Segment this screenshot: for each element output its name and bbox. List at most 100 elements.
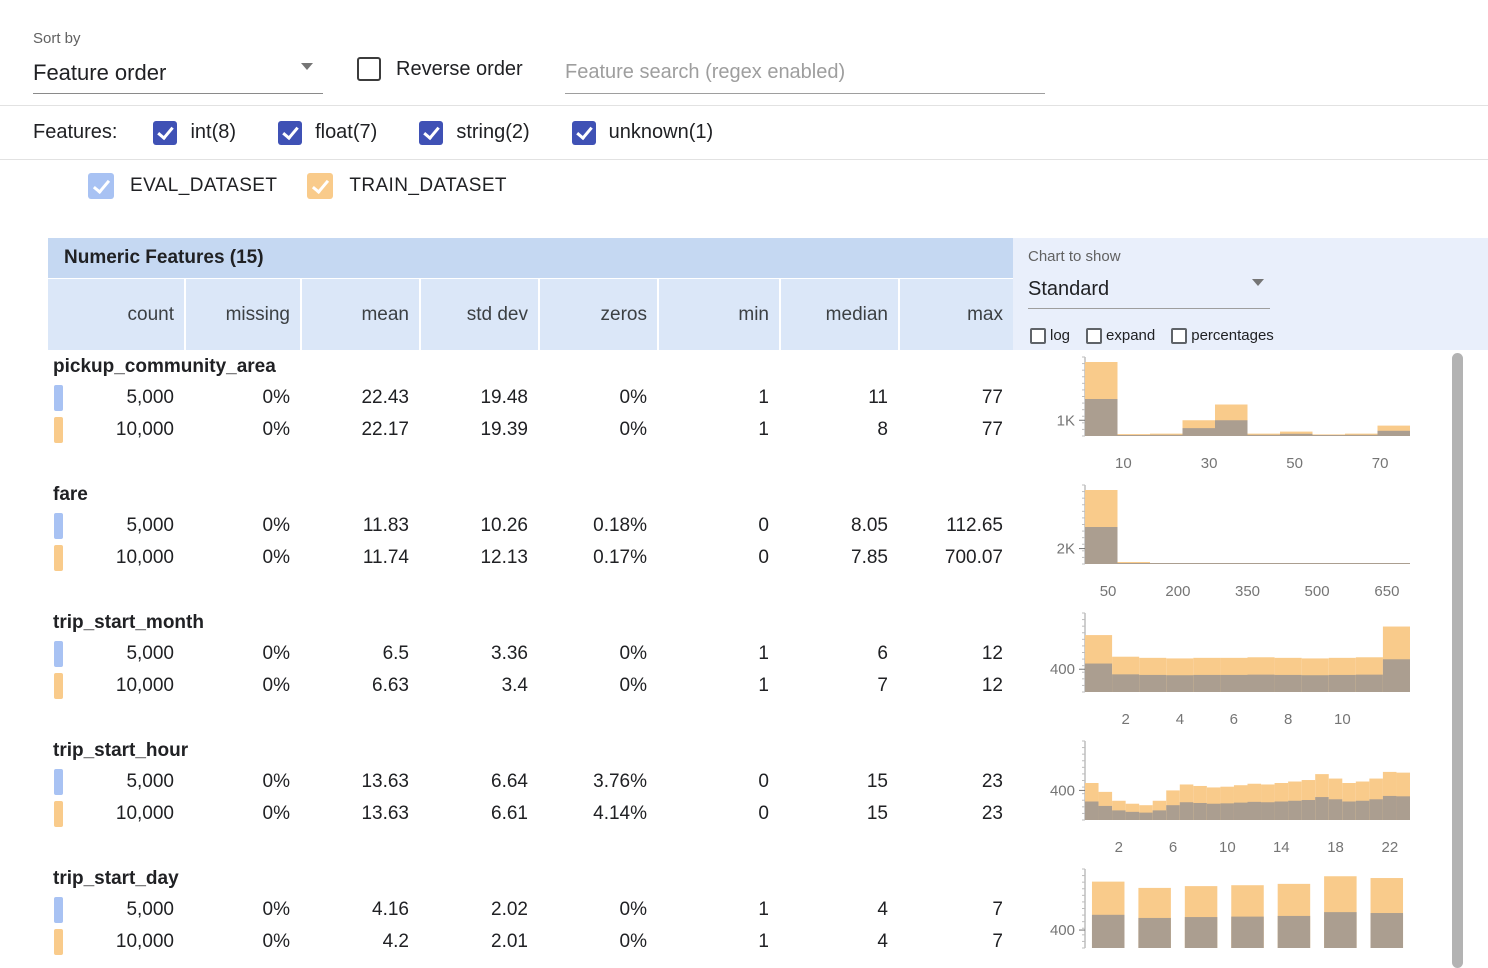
stat-value: 5,000: [48, 766, 184, 798]
column-header-median: median: [781, 279, 898, 350]
eval-stats-row: 5,0000%13.636.643.76%01523: [48, 766, 1013, 798]
train-stats-row: 10,0000%22.1719.390%1877: [48, 414, 1013, 446]
table-title: Numeric Features (15): [48, 238, 1013, 278]
train-dataset-swatch: [54, 673, 63, 699]
reverse-order-checkbox[interactable]: Reverse order: [357, 57, 523, 81]
chart-type-select[interactable]: Standard: [1028, 271, 1270, 309]
feature-type-checkbox-string[interactable]: string(2): [419, 121, 529, 145]
feature-block-trip_start_hour: trip_start_hour5,0000%13.636.643.76%0152…: [48, 736, 1013, 864]
stat-value: 2.01: [421, 926, 538, 958]
stat-value: 10,000: [48, 926, 184, 958]
feature-block-fare: fare5,0000%11.8310.260.18%08.05112.6510,…: [48, 480, 1013, 608]
feature-block-pickup_community_area: pickup_community_area5,0000%22.4319.480%…: [48, 352, 1013, 480]
checkbox-checked-icon: [572, 121, 596, 145]
stat-value: 8.05: [781, 510, 898, 542]
train-stats-row: 10,0000%4.22.010%147: [48, 926, 1013, 958]
chart-option-log[interactable]: log: [1030, 327, 1070, 344]
train-stats-row: 10,0000%13.636.614.14%01523: [48, 798, 1013, 830]
stat-value: 23: [900, 766, 1013, 798]
stat-value: 7: [781, 670, 898, 702]
stat-value: 4: [781, 894, 898, 926]
stat-value: 15: [781, 766, 898, 798]
train-dataset-swatch: [54, 801, 63, 827]
stat-value: 0%: [540, 382, 657, 414]
eval-stats-row: 5,0000%22.4319.480%11177: [48, 382, 1013, 414]
stat-value: 0: [659, 798, 779, 830]
chart-option-percentages[interactable]: percentages: [1171, 327, 1274, 344]
train-dataset-swatch: [54, 545, 63, 571]
feature-name: trip_start_day: [48, 864, 1013, 894]
histogram-block-fare: 2K50200350500650: [1030, 480, 1430, 608]
chart-to-show-label: Chart to show: [1028, 248, 1121, 265]
stat-value: 10.26: [421, 510, 538, 542]
reverse-order-label: Reverse order: [396, 58, 523, 81]
feature-type-checkbox-float[interactable]: float(7): [278, 121, 377, 145]
svg-text:400: 400: [1050, 782, 1075, 799]
eval-dataset-swatch: [54, 769, 63, 795]
stat-value: 5,000: [48, 382, 184, 414]
train-stats-row: 10,0000%6.633.40%1712: [48, 670, 1013, 702]
stat-value: 0%: [186, 670, 300, 702]
histogram-fare: 2K50200350500650: [1030, 480, 1430, 608]
feature-type-label: unknown(1): [609, 121, 714, 144]
feature-search-field: [565, 52, 1045, 94]
stat-value: 1: [659, 894, 779, 926]
stat-value: 0%: [186, 638, 300, 670]
stat-value: 7.85: [781, 542, 898, 574]
feature-rows: pickup_community_area5,0000%22.4319.480%…: [48, 352, 1013, 968]
chart-option-expand[interactable]: expand: [1086, 327, 1155, 344]
svg-text:10: 10: [1334, 711, 1351, 728]
feature-type-checkbox-int[interactable]: int(8): [153, 121, 236, 145]
stat-value: 12.13: [421, 542, 538, 574]
checkbox-checked-icon: [153, 121, 177, 145]
feature-type-label: float(7): [315, 121, 377, 144]
svg-text:50: 50: [1286, 455, 1303, 472]
stat-value: 7: [900, 926, 1013, 958]
stat-value: 4.2: [302, 926, 419, 958]
vertical-scrollbar[interactable]: [1452, 353, 1463, 968]
train-stats-row: 10,0000%11.7412.130.17%07.85700.07: [48, 542, 1013, 574]
stat-value: 700.07: [900, 542, 1013, 574]
dataset-label: TRAIN_DATASET: [349, 175, 507, 197]
checkbox-checked-icon: [88, 173, 114, 199]
stat-value: 3.76%: [540, 766, 657, 798]
features-filter: Features: int(8)float(7)string(2)unknown…: [33, 106, 755, 159]
stat-value: 6.64: [421, 766, 538, 798]
svg-text:2: 2: [1121, 711, 1129, 728]
stat-value: 0%: [186, 766, 300, 798]
stat-value: 12: [900, 638, 1013, 670]
stat-value: 19.48: [421, 382, 538, 414]
stat-value: 0%: [540, 926, 657, 958]
column-header-std-dev: std dev: [421, 279, 538, 350]
feature-type-label: int(8): [190, 121, 236, 144]
dataset-toggle-eval_dataset[interactable]: EVAL_DATASET: [88, 173, 277, 199]
chart-option-label: log: [1050, 327, 1070, 344]
stat-value: 0%: [540, 894, 657, 926]
eval-dataset-swatch: [54, 385, 63, 411]
train-dataset-swatch: [54, 929, 63, 955]
svg-text:350: 350: [1235, 583, 1260, 600]
feature-name: fare: [48, 480, 1013, 510]
dataset-toggle-train_dataset[interactable]: TRAIN_DATASET: [307, 173, 507, 199]
svg-text:4: 4: [1176, 711, 1184, 728]
stat-value: 4.16: [302, 894, 419, 926]
histogram-block-trip_start_day: 400: [1030, 864, 1430, 968]
stat-value: 19.39: [421, 414, 538, 446]
feature-type-checkbox-unknown[interactable]: unknown(1): [572, 121, 714, 145]
sort-order-select[interactable]: Feature order: [33, 52, 323, 94]
stat-value: 6.61: [421, 798, 538, 830]
stat-value: 5,000: [48, 510, 184, 542]
stat-value: 22.43: [302, 382, 419, 414]
stat-value: 12: [900, 670, 1013, 702]
chevron-down-icon: [1252, 286, 1264, 309]
stat-value: 13.63: [302, 798, 419, 830]
facets-overview-app: Sort by Feature order Reverse order Feat…: [0, 0, 1488, 968]
histogram-column: 1K103050702K5020035050065040024681040026…: [1030, 352, 1430, 968]
stat-value: 1: [659, 414, 779, 446]
feature-search-input[interactable]: [565, 52, 1045, 93]
stat-value: 0%: [186, 798, 300, 830]
stat-value: 2.02: [421, 894, 538, 926]
sort-by-label: Sort by: [33, 30, 81, 47]
sort-order-value: Feature order: [33, 60, 166, 86]
svg-text:400: 400: [1050, 661, 1075, 678]
